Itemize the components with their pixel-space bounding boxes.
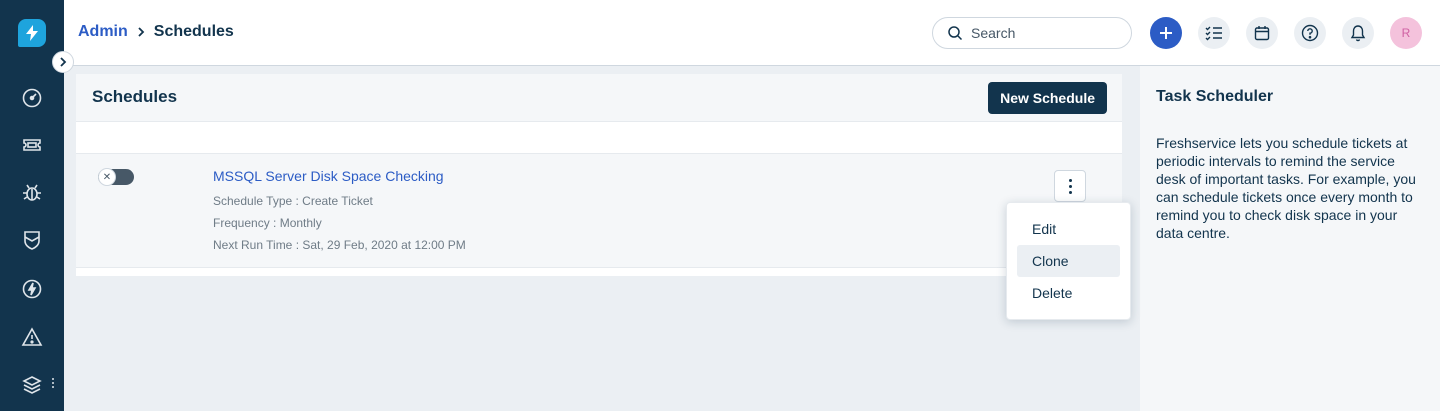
menu-item-edit[interactable]: Edit [1017,213,1120,245]
more-options-button[interactable] [1054,170,1086,202]
schedule-enable-toggle[interactable]: ✕ [98,168,134,186]
help-side-panel: Task Scheduler Freshservice lets you sch… [1140,66,1440,411]
top-header: Admin Schedules Search R [64,0,1440,66]
nav-more-icon[interactable] [52,378,54,388]
breadcrumb-current: Schedules [153,23,234,40]
changes-icon[interactable] [20,228,44,252]
side-panel-title: Task Scheduler [1156,88,1274,105]
search-placeholder: Search [971,25,1016,41]
schedules-panel: Schedules New Schedule ✕ MSSQL Server Di… [76,74,1122,276]
problems-icon[interactable] [20,180,44,204]
freshservice-logo-icon[interactable] [18,19,46,47]
schedule-actions-menu: Edit Clone Delete [1006,202,1131,320]
toggle-off-icon: ✕ [98,168,116,186]
add-new-button[interactable] [1150,17,1182,49]
help-icon[interactable] [1294,17,1326,49]
tickets-icon[interactable] [20,133,44,157]
schedules-panel-header: Schedules New Schedule [76,74,1122,122]
alerts-icon[interactable] [20,325,44,349]
expand-nav-button[interactable] [52,51,74,73]
user-avatar[interactable]: R [1390,17,1422,49]
menu-item-delete[interactable]: Delete [1017,277,1120,309]
schedule-name-link[interactable]: MSSQL Server Disk Space Checking [213,168,444,184]
schedule-type: Schedule Type : Create Ticket [213,194,373,208]
search-input[interactable]: Search [932,17,1132,49]
page-title: Schedules [92,87,178,106]
breadcrumb-admin-link[interactable]: Admin [78,23,128,41]
assets-icon[interactable] [20,373,44,397]
chevron-right-icon [136,26,146,38]
search-icon [948,26,963,41]
todo-list-icon[interactable] [1198,17,1230,49]
side-panel-description: Freshservice lets you schedule tickets a… [1156,135,1416,241]
notification-bell-icon[interactable] [1342,17,1374,49]
new-schedule-button[interactable]: New Schedule [988,82,1107,114]
schedule-row: ✕ MSSQL Server Disk Space Checking Sched… [76,154,1122,268]
calendar-icon[interactable] [1246,17,1278,49]
releases-icon[interactable] [20,277,44,301]
breadcrumb: Admin Schedules [78,23,234,41]
schedule-frequency: Frequency : Monthly [213,216,322,230]
menu-item-clone[interactable]: Clone [1017,245,1120,277]
dashboard-icon[interactable] [20,86,44,110]
schedule-next-run: Next Run Time : Sat, 29 Feb, 2020 at 12:… [213,238,466,252]
list-header-row [76,122,1122,154]
